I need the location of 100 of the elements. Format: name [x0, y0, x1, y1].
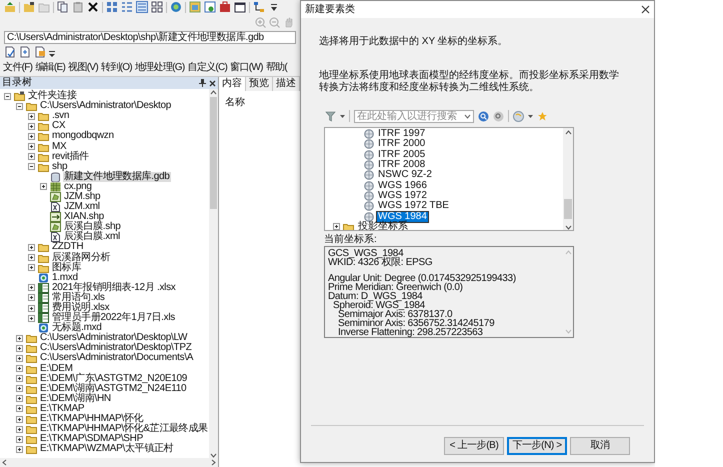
details-icon[interactable] [136, 1, 148, 13]
collapse-icon[interactable] [4, 92, 11, 100]
copy-icon[interactable] [57, 1, 69, 13]
tree-item[interactable]: C:\Users\Administrator\Desktop\LW [39, 333, 188, 344]
scroll-thumb[interactable] [564, 199, 572, 219]
expand-icon[interactable] [28, 132, 35, 140]
expand-icon[interactable] [28, 143, 35, 150]
expand-icon[interactable] [28, 254, 35, 262]
list-item[interactable]: 投影坐标系 [357, 222, 409, 230]
menu-item[interactable]: 窗口(W) [230, 62, 263, 74]
tree-item[interactable]: E:\DEM\湖南\HN [39, 394, 112, 404]
tree-item[interactable]: E:\DEM [39, 364, 74, 374]
tree-item[interactable]: 1.mxd [51, 272, 79, 283]
scrollbar[interactable] [563, 128, 573, 230]
tree-item[interactable]: 辰溪白膜.xml [63, 232, 121, 242]
menu-item[interactable]: 转到(O) [100, 62, 132, 74]
scroll-down-icon[interactable] [564, 225, 572, 230]
expand-icon[interactable] [28, 244, 35, 251]
list-icon[interactable] [121, 1, 133, 13]
thumbnails-icon[interactable] [151, 1, 163, 13]
list-item[interactable]: ITRF 1997 [377, 129, 426, 140]
tree-item[interactable]: 文件夹连接 [27, 91, 78, 102]
list-item[interactable]: WGS 1972 TBE [377, 201, 450, 212]
expand-icon[interactable] [16, 375, 23, 382]
up-folder-icon[interactable] [4, 1, 16, 13]
tree-item[interactable]: CX [51, 121, 66, 132]
tree-item[interactable]: 图标库 [51, 262, 82, 273]
collapse-icon[interactable] [16, 102, 23, 110]
caret-icon[interactable] [340, 114, 345, 118]
globe-icon[interactable] [513, 110, 524, 122]
tree-item[interactable]: revit插件 [51, 152, 90, 162]
tree-item[interactable]: C:\Users\Administrator\Desktop\TPZ [39, 343, 193, 354]
expand-icon[interactable] [16, 416, 23, 423]
list-item[interactable]: WGS 1966 [377, 180, 428, 191]
menu-item[interactable]: 帮助( [266, 62, 287, 74]
tree-item[interactable]: 管理员手册2022年1月7日.xls [51, 313, 176, 324]
horizontal-scrollbar[interactable] [0, 458, 218, 467]
clear-search-icon[interactable] [493, 110, 504, 122]
scroll-down-icon[interactable] [210, 453, 217, 458]
metadata-edit-icon[interactable] [4, 46, 16, 58]
caret-icon[interactable] [528, 114, 533, 118]
tree-item[interactable]: C:\Users\Administrator\Documents\A [39, 353, 194, 364]
scroll-thumb[interactable] [210, 97, 217, 209]
expand-icon[interactable] [28, 264, 35, 272]
scroll-up-icon[interactable] [210, 90, 217, 95]
export-icon[interactable] [34, 46, 46, 58]
expand-icon[interactable] [16, 365, 23, 372]
tree-item[interactable]: 无标题.mxd [51, 323, 103, 334]
tree-item[interactable]: E:\TKMAP\WZMAP\太平镇正村 [39, 444, 174, 454]
expand-icon[interactable] [333, 223, 340, 230]
menu-item[interactable]: 文件(F) [3, 62, 32, 74]
tree-item[interactable]: E:\DEM\广东\ASTGTM2_N20E109 [39, 374, 188, 384]
tree-item[interactable]: cx.png [63, 182, 93, 192]
collapse-icon[interactable] [28, 163, 35, 170]
expand-icon[interactable] [16, 426, 23, 433]
tree-item[interactable]: .svn [51, 111, 70, 122]
tree-item[interactable]: ZZDTH [51, 242, 84, 252]
menu-item[interactable]: 视图(V) [68, 62, 98, 74]
list-item[interactable]: NSWC 9Z-2 [377, 170, 433, 180]
filter-icon[interactable] [325, 110, 336, 122]
scroll-up-icon[interactable] [564, 130, 572, 135]
tree-item[interactable]: XIAN.shp [63, 212, 105, 222]
scroll-left-icon[interactable] [2, 459, 7, 466]
tree-item[interactable]: 新建文件地理数据库.gdb [63, 172, 171, 182]
delete-icon[interactable] [87, 1, 99, 13]
tree-item[interactable]: E:\TKMAP\HHMAP\怀化&芷江最终成果 [39, 424, 209, 434]
tree-item[interactable]: E:\TKMAP [39, 404, 86, 414]
expand-icon[interactable] [16, 395, 23, 402]
menu-item[interactable]: 地理处理(G) [134, 62, 184, 74]
tree-item[interactable]: JZM.xml [63, 202, 101, 212]
search-field[interactable]: 在此处输入以进行搜索 [354, 110, 474, 122]
window-icon[interactable] [234, 1, 246, 13]
tree-item[interactable]: mongodbqwzn [51, 131, 115, 142]
expand-icon[interactable] [16, 385, 23, 392]
import-icon[interactable] [19, 46, 31, 58]
scroll-right-icon[interactable] [211, 459, 216, 466]
tree-item[interactable]: 常用语句.xls [51, 292, 106, 303]
dialog-button[interactable]: < 上一步(B) [444, 437, 504, 455]
search-icon[interactable] [478, 110, 489, 122]
tree-item[interactable]: MX [51, 142, 68, 152]
dialog-button[interactable]: 下一步(N) > [507, 437, 567, 455]
list-item[interactable]: ITRF 2005 [377, 150, 426, 160]
globe-search-icon[interactable] [170, 1, 182, 13]
list-item[interactable]: ITRF 2008 [377, 160, 426, 170]
tree-item[interactable]: 2021年报销明细表-12月 .xlsx [51, 282, 176, 293]
pin-icon[interactable] [199, 79, 206, 87]
close-icon[interactable] [641, 5, 650, 14]
tree-item[interactable]: E:\TKMAP\SDMAP\SHP [39, 434, 144, 444]
menu-item[interactable]: 自定义(C) [187, 62, 228, 74]
expand-icon[interactable] [16, 344, 23, 352]
tree-item[interactable]: E:\DEM\湖南\ASTGTM2_N24E110 [39, 384, 188, 394]
tree-item[interactable]: shp [51, 162, 68, 172]
expand-icon[interactable] [16, 405, 23, 412]
model-builder-icon[interactable] [253, 1, 265, 13]
list-item[interactable]: WGS 1984 [377, 212, 428, 222]
expand-icon[interactable] [28, 112, 35, 120]
expand-icon[interactable] [16, 354, 23, 362]
expand-icon[interactable] [28, 304, 35, 312]
expand-icon[interactable] [16, 334, 23, 342]
menu-item[interactable]: 编辑(E) [35, 62, 66, 74]
